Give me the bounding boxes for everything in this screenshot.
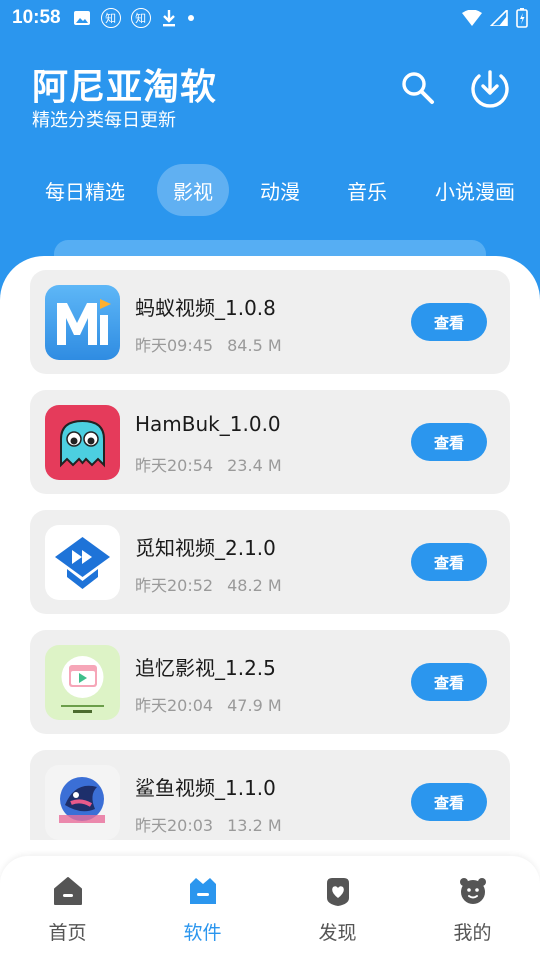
- app-meta: 昨天20:04 47.9 M: [135, 692, 282, 716]
- wifi-icon: [462, 10, 482, 26]
- battery-icon: [516, 8, 528, 28]
- app-card[interactable]: HamBuk_1.0.0 昨天20:54 23.4 M 查看: [30, 390, 510, 494]
- view-button[interactable]: 查看: [411, 543, 487, 581]
- view-button[interactable]: 查看: [411, 783, 487, 821]
- app-meta: 昨天09:45 84.5 M: [135, 332, 282, 356]
- app-update-time: 昨天09:45: [135, 336, 214, 355]
- nav-software-label: 软件: [183, 922, 222, 944]
- nav-software[interactable]: 软件: [135, 856, 270, 960]
- app-size: 23.4 M: [227, 456, 282, 475]
- image-icon: [73, 11, 90, 25]
- bottom-nav: 首页 软件 发现 我的: [0, 856, 540, 960]
- mizhi-video-logo: [45, 525, 120, 600]
- app-meta: 昨天20:03 13.2 M: [135, 812, 282, 836]
- software-icon: [189, 878, 216, 904]
- tab-daily-picks[interactable]: 每日精选: [32, 164, 138, 216]
- dot-icon: [187, 15, 194, 21]
- app-subtitle: 精选分类每日更新: [32, 110, 176, 131]
- app-card[interactable]: 追忆影视_1.2.5 昨天20:04 47.9 M 查看: [30, 630, 510, 734]
- app-card[interactable]: 觅知视频_2.1.0 昨天20:52 48.2 M 查看: [30, 510, 510, 614]
- category-tabs: 每日精选 影视 动漫 音乐 小说漫画: [0, 164, 540, 218]
- status-time: 10:58: [12, 7, 61, 28]
- signal-icon: [490, 10, 508, 26]
- app-size: 47.9 M: [227, 696, 282, 715]
- zhihu-icon: 知: [130, 8, 151, 28]
- tab-music[interactable]: 音乐: [331, 164, 403, 216]
- app-name: 追忆影视_1.2.5: [135, 656, 276, 680]
- profile-icon: [459, 878, 486, 904]
- nav-discover-label: 发现: [318, 922, 357, 944]
- download-button[interactable]: [468, 66, 512, 110]
- nav-home-label: 首页: [48, 922, 87, 944]
- app-size: 13.2 M: [227, 816, 282, 835]
- app-name: HamBuk_1.0.0: [135, 412, 281, 436]
- app-card[interactable]: 蚂蚁视频_1.0.8 昨天09:45 84.5 M 查看: [30, 270, 510, 374]
- app-name: 蚂蚁视频_1.0.8: [135, 296, 276, 320]
- search-icon: [402, 72, 434, 104]
- nav-discover[interactable]: 发现: [270, 856, 405, 960]
- app-update-time: 昨天20:03: [135, 816, 214, 835]
- notification-icons: 知 知: [73, 8, 195, 28]
- zhihu-icon: 知: [100, 8, 121, 28]
- app-meta: 昨天20:54 23.4 M: [135, 452, 282, 476]
- zhuiyi-logo: [45, 645, 120, 720]
- discover-icon: [326, 878, 349, 906]
- status-bar: 10:58 知 知: [0, 0, 540, 36]
- app-meta: 昨天20:52 48.2 M: [135, 572, 282, 596]
- view-button[interactable]: 查看: [411, 663, 487, 701]
- app-list: 蚂蚁视频_1.0.8 昨天09:45 84.5 M 查看 HamBuk_1.0.0…: [0, 270, 540, 840]
- system-icons: [462, 8, 528, 28]
- mayi-video-logo: [45, 285, 120, 360]
- nav-profile[interactable]: 我的: [405, 856, 540, 960]
- app-update-time: 昨天20:54: [135, 456, 214, 475]
- tab-anime[interactable]: 动漫: [244, 164, 316, 216]
- home-icon: [53, 877, 82, 905]
- search-button[interactable]: [396, 66, 440, 110]
- download-icon: [162, 10, 175, 27]
- view-button[interactable]: 查看: [411, 423, 487, 461]
- app-size: 84.5 M: [227, 336, 282, 355]
- app-card[interactable]: 鲨鱼视频_1.1.0 昨天20:03 13.2 M 查看: [30, 750, 510, 840]
- tab-movies[interactable]: 影视: [157, 164, 229, 216]
- nav-home[interactable]: 首页: [0, 856, 135, 960]
- app-title: 阿尼亚淘软: [32, 67, 218, 108]
- tab-novels-comics[interactable]: 小说漫画: [424, 164, 526, 216]
- app-update-time: 昨天20:52: [135, 576, 214, 595]
- view-button[interactable]: 查看: [411, 303, 487, 341]
- app-name: 觅知视频_2.1.0: [135, 536, 276, 560]
- shark-video-logo: [45, 765, 120, 840]
- download-icon: [471, 70, 509, 108]
- nav-profile-label: 我的: [453, 922, 492, 944]
- app-size: 48.2 M: [227, 576, 282, 595]
- app-name: 鲨鱼视频_1.1.0: [135, 776, 276, 800]
- app-update-time: 昨天20:04: [135, 696, 214, 715]
- pacman-ghost-logo: [45, 405, 120, 480]
